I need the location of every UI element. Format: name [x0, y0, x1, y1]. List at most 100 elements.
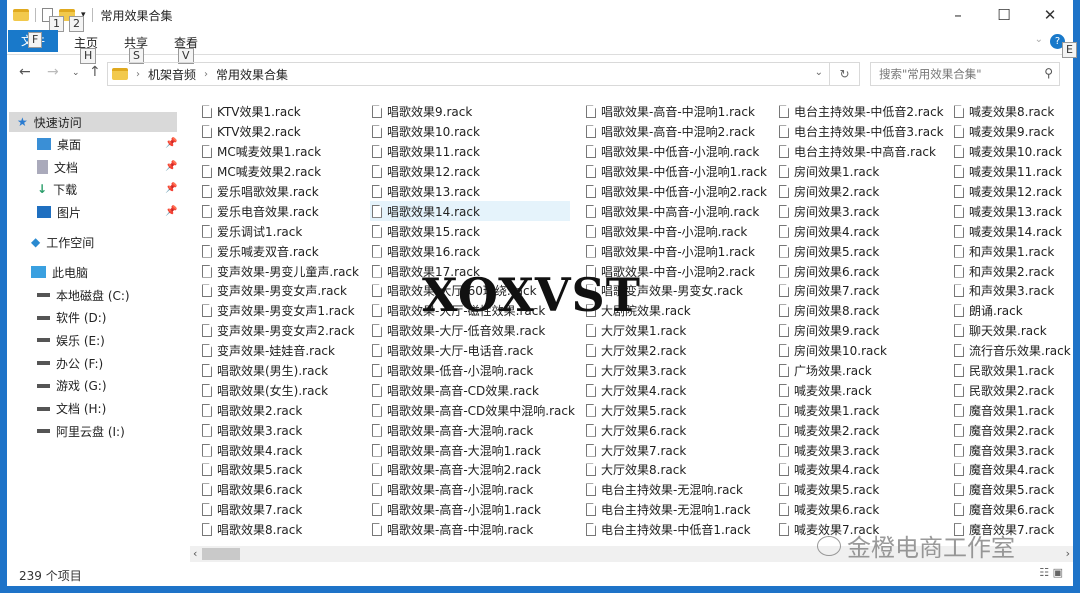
file-item[interactable]: 唱歌效果(女生).rack — [200, 380, 365, 400]
file-item[interactable]: 唱歌效果-高音-大混响2.rack — [370, 460, 581, 480]
chevron-right-icon[interactable]: › — [204, 69, 208, 80]
file-item[interactable]: 唱歌效果-高音-中混响2.rack — [584, 122, 773, 142]
file-item[interactable]: 变声效果-男变女声.rack — [200, 281, 365, 301]
file-item[interactable]: 唱歌效果-高音-中混响1.rack — [584, 102, 773, 122]
sidebar-item-downloads[interactable]: ↓ 下载 — [37, 179, 77, 199]
horizontal-scrollbar[interactable]: ‹ › — [190, 546, 1073, 562]
file-item[interactable]: 喊麦效果5.rack — [777, 480, 950, 500]
file-item[interactable]: 唱歌变声效果-男变女.rack — [584, 281, 773, 301]
file-item[interactable]: 魔音效果4.rack — [952, 460, 1073, 480]
file-item[interactable]: 唱歌效果7.rack — [200, 500, 365, 520]
file-item[interactable]: 唱歌效果-中音-小混响2.rack — [584, 261, 773, 281]
sidebar-item-drive[interactable]: 本地磁盘 (C:) — [37, 285, 130, 305]
address-bar[interactable]: › 机架音频 › 常用效果合集 ⌄ — [107, 62, 830, 86]
file-item[interactable]: 喊麦效果8.rack — [952, 102, 1073, 122]
file-item[interactable]: MC喊麦效果2.rack — [200, 162, 365, 182]
scrollbar-thumb[interactable] — [202, 548, 240, 560]
file-item[interactable]: 大剧院效果.rack — [584, 301, 773, 321]
sidebar-item-drive[interactable]: 阿里云盘 (I:) — [37, 421, 125, 441]
file-item[interactable]: 唱歌效果-高音-大混响1.rack — [370, 440, 581, 460]
file-item[interactable]: 和声效果2.rack — [952, 261, 1073, 281]
file-item[interactable]: 爱乐喊麦双音.rack — [200, 241, 365, 261]
file-item[interactable]: 唱歌效果-中音-小混响.rack — [584, 221, 773, 241]
file-item[interactable]: 唱歌效果-高音-小混响1.rack — [370, 500, 581, 520]
file-item[interactable]: 魔音效果6.rack — [952, 500, 1073, 520]
file-item[interactable]: 朗诵.rack — [952, 301, 1073, 321]
file-item[interactable]: 房间效果5.rack — [777, 241, 950, 261]
file-item[interactable]: 唱歌效果-高音-大混响.rack — [370, 420, 581, 440]
file-item[interactable]: 爱乐电音效果.rack — [200, 201, 365, 221]
file-item[interactable]: 喊麦效果10.rack — [952, 142, 1073, 162]
file-item[interactable]: 喊麦效果13.rack — [952, 201, 1073, 221]
file-item[interactable]: 喊麦效果14.rack — [952, 221, 1073, 241]
file-item[interactable]: 喊麦效果.rack — [777, 380, 950, 400]
file-item[interactable]: 爱乐调试1.rack — [200, 221, 365, 241]
file-item[interactable]: 唱歌效果8.rack — [200, 520, 365, 540]
forward-button[interactable]: → — [47, 64, 59, 80]
file-item[interactable]: 大厅效果7.rack — [584, 440, 773, 460]
file-item[interactable]: 唱歌效果-高音-中混响.rack — [370, 520, 581, 540]
file-item[interactable]: 喊麦效果4.rack — [777, 460, 950, 480]
file-item[interactable]: 房间效果9.rack — [777, 321, 950, 341]
file-item[interactable]: 唱歌效果12.rack — [370, 162, 581, 182]
file-item[interactable]: 唱歌效果4.rack — [200, 440, 365, 460]
sidebar-item-drive[interactable]: 娱乐 (E:) — [37, 330, 105, 350]
file-item[interactable]: 房间效果10.rack — [777, 341, 950, 361]
pin-icon[interactable]: 📌 — [165, 183, 177, 194]
file-item[interactable]: 流行音乐效果.rack — [952, 341, 1073, 361]
file-item[interactable]: 电台主持效果-中低音1.rack — [584, 520, 773, 540]
file-item[interactable]: 唱歌效果-中低音-小混响1.rack — [584, 162, 773, 182]
scroll-left-icon[interactable]: ‹ — [193, 547, 197, 560]
file-item[interactable]: 唱歌效果15.rack — [370, 221, 581, 241]
maximize-button[interactable]: ☐ — [981, 0, 1027, 30]
file-item[interactable]: 唱歌效果-中低音-小混响.rack — [584, 142, 773, 162]
file-item[interactable]: 唱歌效果-高音-小混响.rack — [370, 480, 581, 500]
file-item[interactable]: 房间效果1.rack — [777, 162, 950, 182]
file-item[interactable]: 唱歌效果-大厅-磁性效果.rack — [370, 301, 581, 321]
file-item[interactable]: 变声效果-男变女声2.rack — [200, 321, 365, 341]
file-item[interactable]: 魔音效果7.rack — [952, 520, 1073, 540]
file-item[interactable]: 唱歌效果-高音-CD效果.rack — [370, 380, 581, 400]
details-view-icon[interactable]: ☷ — [1039, 566, 1049, 579]
sidebar-item-drive[interactable]: 办公 (F:) — [37, 353, 103, 373]
file-item[interactable]: 唱歌效果-大厅-60环绕.rack — [370, 281, 581, 301]
file-item[interactable]: 唱歌效果5.rack — [200, 460, 365, 480]
up-button[interactable]: ↑ — [89, 64, 101, 80]
file-item[interactable]: 唱歌效果2.rack — [200, 400, 365, 420]
close-button[interactable]: ✕ — [1027, 0, 1073, 30]
file-item[interactable]: 爱乐唱歌效果.rack — [200, 182, 365, 202]
file-item[interactable]: 大厅效果1.rack — [584, 321, 773, 341]
minimize-button[interactable]: – — [935, 0, 981, 30]
file-item[interactable]: 唱歌效果-低音-小混响.rack — [370, 361, 581, 381]
sidebar-item-workspace[interactable]: ◆ 工作空间 — [31, 232, 94, 252]
file-item[interactable]: 魔音效果5.rack — [952, 480, 1073, 500]
file-item[interactable]: 唱歌效果-大厅-低音效果.rack — [370, 321, 581, 341]
sidebar-item-pictures[interactable]: 图片 — [37, 202, 81, 222]
file-item[interactable]: 喊麦效果6.rack — [777, 500, 950, 520]
search-input[interactable]: 搜索"常用效果合集" ⚲ — [870, 62, 1060, 86]
file-item[interactable]: 唱歌效果(男生).rack — [200, 361, 365, 381]
file-item[interactable]: 唱歌效果6.rack — [200, 480, 365, 500]
file-item[interactable]: 房间效果2.rack — [777, 182, 950, 202]
file-item[interactable]: 变声效果-娃娃音.rack — [200, 341, 365, 361]
file-item[interactable]: 大厅效果6.rack — [584, 420, 773, 440]
scroll-right-icon[interactable]: › — [1066, 547, 1070, 560]
sidebar-item-desktop[interactable]: 桌面 — [37, 134, 81, 154]
file-item[interactable]: 唱歌效果10.rack — [370, 122, 581, 142]
file-item[interactable]: 唱歌效果17.rack — [370, 261, 581, 281]
file-item[interactable]: 大厅效果3.rack — [584, 361, 773, 381]
file-item[interactable]: 聊天效果.rack — [952, 321, 1073, 341]
file-item[interactable]: 广场效果.rack — [777, 361, 950, 381]
file-item[interactable]: 大厅效果4.rack — [584, 380, 773, 400]
file-item[interactable]: 大厅效果8.rack — [584, 460, 773, 480]
file-item[interactable]: 和声效果1.rack — [952, 241, 1073, 261]
address-dropdown-icon[interactable]: ⌄ — [815, 67, 823, 78]
file-item[interactable]: 唱歌效果-中高音-小混响.rack — [584, 201, 773, 221]
breadcrumb-item[interactable]: 机架音频 — [148, 66, 196, 83]
search-icon[interactable]: ⚲ — [1044, 66, 1053, 80]
file-item[interactable]: 唱歌效果9.rack — [370, 102, 581, 122]
file-item[interactable]: KTV效果2.rack — [200, 122, 365, 142]
file-item[interactable]: 魔音效果3.rack — [952, 440, 1073, 460]
file-item[interactable]: 电台主持效果-中低音2.rack — [777, 102, 950, 122]
recent-locations-button[interactable]: ⌄ — [72, 68, 80, 78]
